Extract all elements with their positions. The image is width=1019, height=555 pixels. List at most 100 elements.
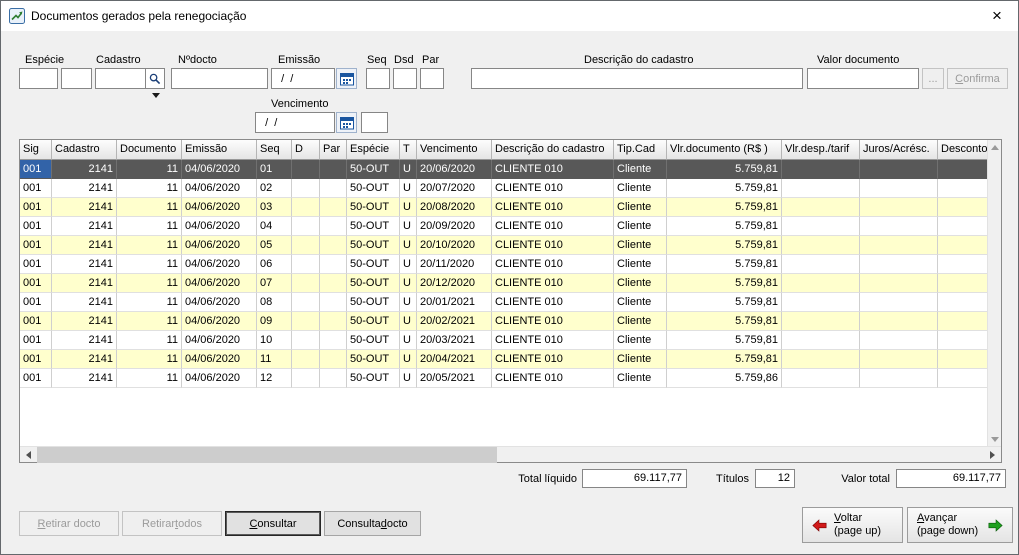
table-cell: [938, 293, 987, 312]
table-row-7[interactable]: 00121411104/06/20200750-OUTU20/12/2020CL…: [20, 274, 987, 293]
horizontal-scroll-track[interactable]: [497, 447, 984, 463]
column-header-11[interactable]: Descrição do cadastro: [492, 140, 614, 160]
especie-field-2[interactable]: [61, 68, 92, 89]
emissao-field[interactable]: [271, 68, 335, 89]
table-cell: 08: [257, 293, 292, 312]
voltar-text: Voltar (page up): [834, 512, 881, 538]
table-cell: 50-OUT: [347, 179, 400, 198]
table-cell: 04/06/2020: [182, 293, 257, 312]
table-row-3[interactable]: 00121411104/06/20200350-OUTU20/08/2020CL…: [20, 198, 987, 217]
cadastro-dropdown-icon[interactable]: [152, 93, 160, 98]
column-header-5[interactable]: Seq: [257, 140, 292, 160]
table-cell: 20/11/2020: [417, 255, 492, 274]
table-cell: [938, 198, 987, 217]
table-row-8[interactable]: 00121411104/06/20200850-OUTU20/01/2021CL…: [20, 293, 987, 312]
table-cell: 5.759,81: [667, 350, 782, 369]
table-row-10[interactable]: 00121411104/06/20201050-OUTU20/03/2021CL…: [20, 331, 987, 350]
retirar-todos-button[interactable]: Retirar todos: [122, 511, 222, 536]
table-cell: 20/01/2021: [417, 293, 492, 312]
table-cell: 04/06/2020: [182, 369, 257, 388]
scroll-right-button[interactable]: [984, 447, 1001, 463]
consulta-docto-button[interactable]: Consulta docto: [324, 511, 421, 536]
par-field[interactable]: [420, 68, 444, 89]
column-header-16[interactable]: Desconto: [938, 140, 987, 160]
vencimento-field[interactable]: [255, 112, 335, 133]
table-row-12[interactable]: 00121411104/06/20201250-OUTU20/05/2021CL…: [20, 369, 987, 388]
title-bar: Documentos gerados pela renegociação ×: [1, 1, 1018, 31]
especie-field-1[interactable]: [19, 68, 58, 89]
column-header-3[interactable]: Documento: [117, 140, 182, 160]
table-cell: 09: [257, 312, 292, 331]
vencimento-calendar-button[interactable]: [336, 112, 357, 133]
scroll-up-button[interactable]: [988, 140, 1002, 154]
table-cell: 02: [257, 179, 292, 198]
voltar-button[interactable]: Voltar (page up): [802, 507, 903, 543]
table-row-5[interactable]: 00121411104/06/20200550-OUTU20/10/2020CL…: [20, 236, 987, 255]
confirma-button[interactable]: Confirma: [947, 68, 1008, 89]
scroll-down-button[interactable]: [988, 432, 1002, 446]
column-header-8[interactable]: Espécie: [347, 140, 400, 160]
column-header-2[interactable]: Cadastro: [52, 140, 117, 160]
avancar-button[interactable]: Avançar (page down): [907, 507, 1013, 543]
column-header-12[interactable]: Tip.Cad: [614, 140, 667, 160]
table-cell: U: [400, 369, 417, 388]
seq-field[interactable]: [366, 68, 390, 89]
dsd-field[interactable]: [393, 68, 417, 89]
more-options-button[interactable]: ...: [922, 68, 944, 89]
column-header-6[interactable]: D: [292, 140, 320, 160]
column-header-4[interactable]: Emissão: [182, 140, 257, 160]
table-cell: [320, 217, 347, 236]
table-row-11[interactable]: 00121411104/06/20201150-OUTU20/04/2021CL…: [20, 350, 987, 369]
horizontal-scrollbar[interactable]: [20, 446, 1001, 462]
column-header-1[interactable]: Sig: [20, 140, 52, 160]
vertical-scrollbar[interactable]: [987, 140, 1001, 446]
table-cell: U: [400, 350, 417, 369]
table-cell: Cliente: [614, 293, 667, 312]
table-cell: 001: [20, 160, 52, 179]
table-cell: 50-OUT: [347, 255, 400, 274]
table-cell: 05: [257, 236, 292, 255]
horizontal-scroll-thumb[interactable]: [37, 447, 497, 463]
table-cell: Cliente: [614, 331, 667, 350]
vencimento-aux-field[interactable]: [361, 112, 388, 133]
table-row-6[interactable]: 00121411104/06/20200650-OUTU20/11/2020CL…: [20, 255, 987, 274]
cadastro-lookup-button[interactable]: [146, 68, 165, 89]
voltar-sub-label: (page up): [834, 525, 881, 538]
cadastro-field[interactable]: [95, 68, 146, 89]
consultar-button[interactable]: Consultar: [225, 511, 321, 536]
table-cell: [292, 160, 320, 179]
column-header-10[interactable]: Vencimento: [417, 140, 492, 160]
vertical-scroll-track[interactable]: [988, 154, 1001, 432]
avancar-sub-label: (page down): [917, 525, 978, 538]
emissao-calendar-button[interactable]: [336, 68, 357, 89]
table-cell: U: [400, 236, 417, 255]
table-cell: 5.759,81: [667, 312, 782, 331]
table-row-9[interactable]: 00121411104/06/20200950-OUTU20/02/2021CL…: [20, 312, 987, 331]
table-cell: [320, 274, 347, 293]
table-row-1[interactable]: 00121411104/06/20200150-OUTU20/06/2020CL…: [20, 160, 987, 179]
table-cell: CLIENTE 010: [492, 312, 614, 331]
close-button[interactable]: ×: [976, 1, 1018, 31]
column-header-13[interactable]: Vlr.documento (R$ ): [667, 140, 782, 160]
retirar-docto-button[interactable]: Retirar docto: [19, 511, 119, 536]
column-header-7[interactable]: Par: [320, 140, 347, 160]
column-header-9[interactable]: T: [400, 140, 417, 160]
table-cell: 11: [117, 255, 182, 274]
descricao-field[interactable]: [471, 68, 803, 89]
table-row-2[interactable]: 00121411104/06/20200250-OUTU20/07/2020CL…: [20, 179, 987, 198]
ndocto-field[interactable]: [171, 68, 268, 89]
table-cell: 2141: [52, 293, 117, 312]
table-cell: 2141: [52, 274, 117, 293]
avancar-text: Avançar (page down): [917, 512, 978, 538]
table-cell: 04/06/2020: [182, 198, 257, 217]
ndocto-label: Nºdocto: [178, 54, 217, 66]
table-row-4[interactable]: 00121411104/06/20200450-OUTU20/09/2020CL…: [20, 217, 987, 236]
table-cell: U: [400, 293, 417, 312]
column-header-14[interactable]: Vlr.desp./tarif: [782, 140, 860, 160]
table-cell: 20/08/2020: [417, 198, 492, 217]
table-cell: [938, 312, 987, 331]
valor-field[interactable]: [807, 68, 919, 89]
column-header-15[interactable]: Juros/Acrésc.: [860, 140, 938, 160]
scroll-left-button[interactable]: [20, 447, 37, 463]
table-cell: [320, 255, 347, 274]
